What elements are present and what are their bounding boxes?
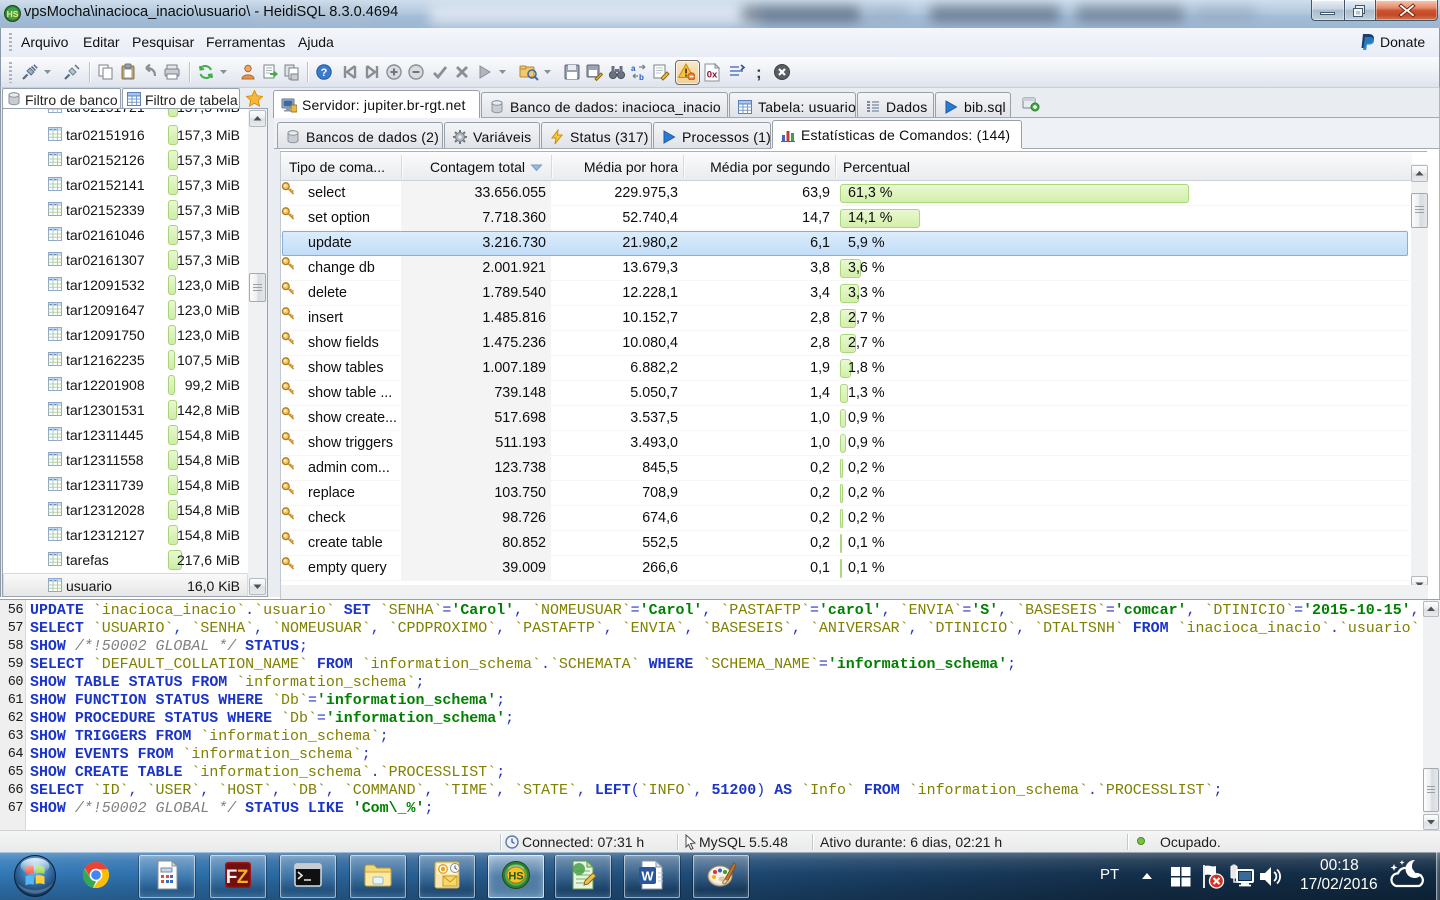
- svg-text:a: a: [631, 64, 636, 73]
- svg-text:HS: HS: [7, 9, 19, 19]
- svg-text:W: W: [641, 869, 654, 884]
- svg-text:b: b: [639, 73, 644, 81]
- svg-text:?: ?: [321, 67, 328, 79]
- svg-text:Z: Z: [237, 867, 249, 888]
- svg-text:F: F: [226, 867, 238, 888]
- svg-text:0x: 0x: [707, 70, 718, 81]
- svg-text:HS: HS: [508, 871, 523, 883]
- svg-text:O: O: [439, 865, 447, 876]
